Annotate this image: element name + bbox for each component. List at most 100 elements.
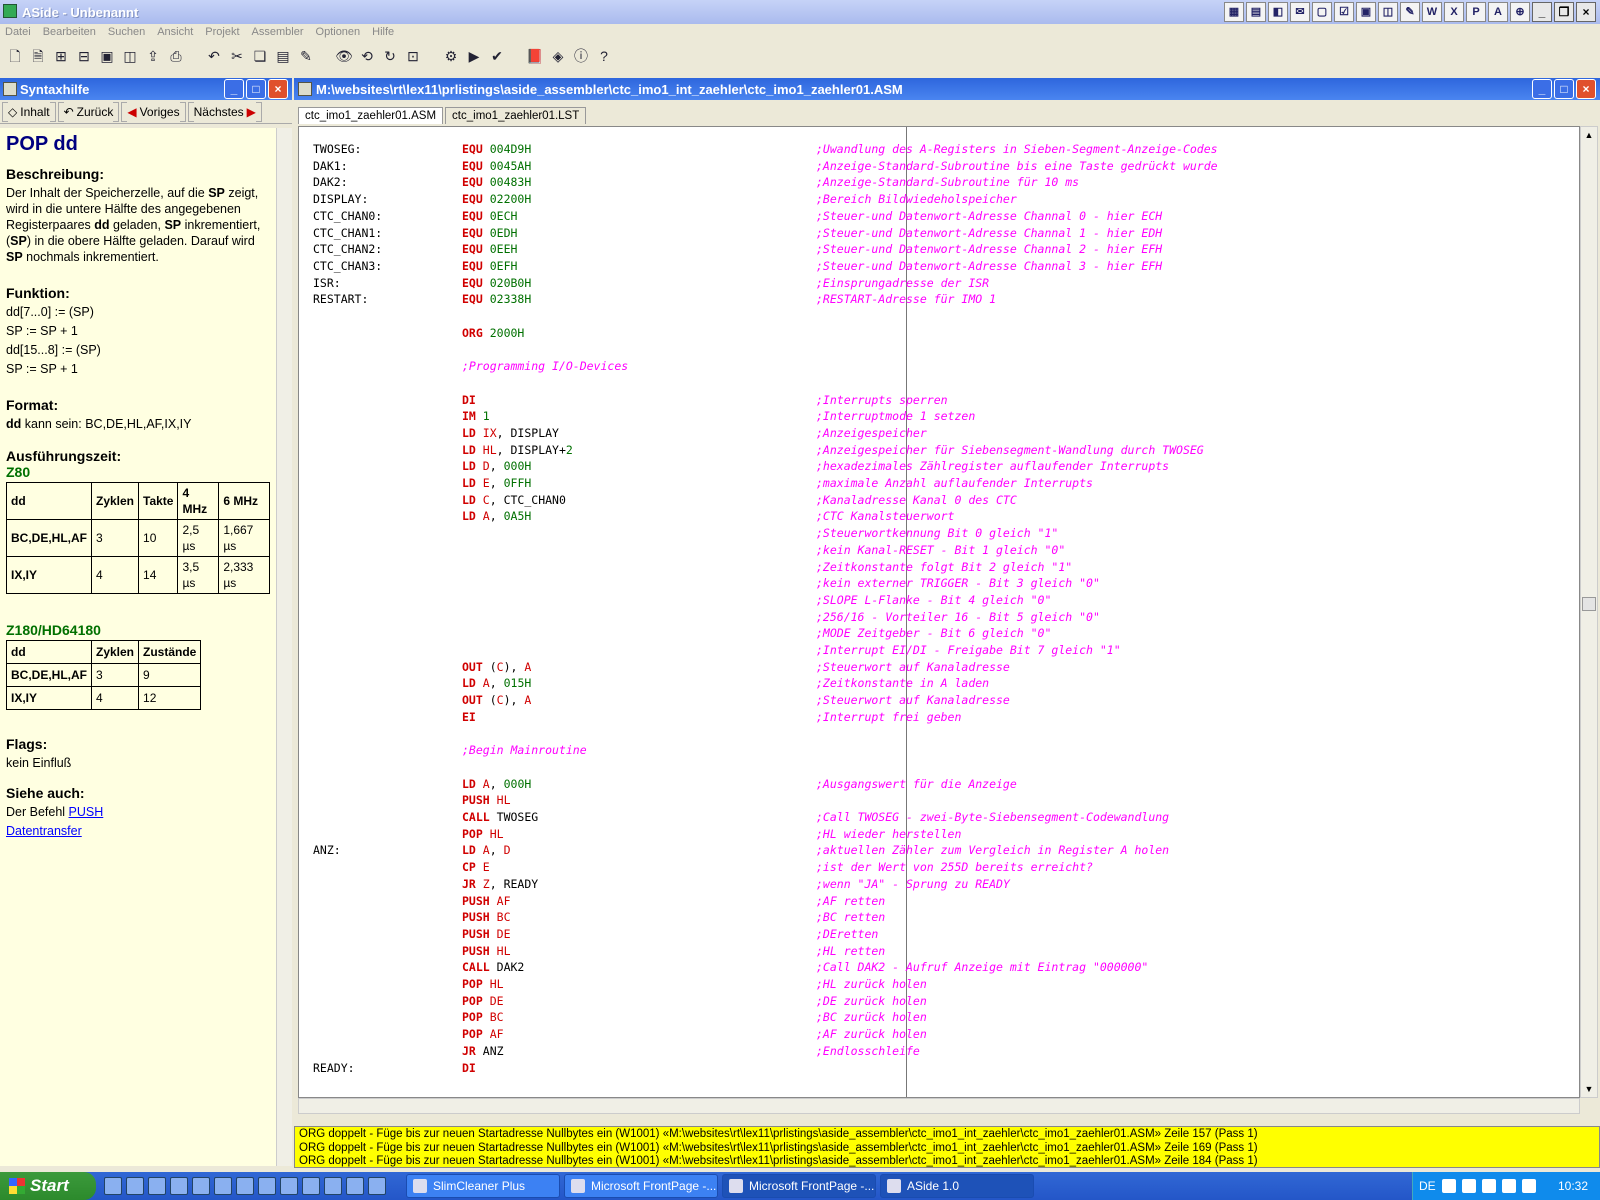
tray-icon[interactable] [1521, 1179, 1536, 1193]
help-scrollbar[interactable] [276, 128, 292, 1166]
code-line[interactable]: ORG 2000H [299, 325, 1579, 342]
code-line[interactable]: ;256/16 - Vorteiler 16 - Bit 5 gleich "0… [299, 609, 1579, 626]
close-button[interactable]: × [1576, 2, 1596, 22]
code-line[interactable]: CTC_CHAN1: EQU 0EDH ;Steuer-und Datenwort-… [299, 225, 1579, 242]
shortcut-icon[interactable]: ◧ [1268, 2, 1288, 22]
save-all-icon[interactable]: ◫ [121, 47, 139, 65]
menu-ansicht[interactable]: Ansicht [157, 26, 193, 42]
check-icon[interactable]: ✔ [488, 47, 506, 65]
editor-close-button[interactable]: × [1576, 79, 1596, 99]
menu-suchen[interactable]: Suchen [108, 26, 145, 42]
access-icon[interactable]: A [1488, 2, 1508, 22]
code-line[interactable]: DAK2: EQU 00483H ;Anzeige-Standard-Subrout… [299, 174, 1579, 191]
code-line[interactable]: DI ;Interrupts sperren [299, 392, 1579, 409]
code-line[interactable]: LD HL, DISPLAY+2 ;Anzeigespeicher für Sie… [299, 442, 1579, 459]
scroll-down-icon[interactable]: ▼ [1582, 1082, 1596, 1096]
code-line[interactable]: ;kein Kanal-RESET - Bit 1 gleich "0" [299, 542, 1579, 559]
code-line[interactable] [299, 341, 1579, 358]
quicklaunch-icon[interactable] [236, 1177, 254, 1195]
about-icon[interactable]: ? [595, 47, 613, 65]
tray-icon[interactable] [1441, 1179, 1456, 1193]
code-line[interactable]: CTC_CHAN3: EQU 0EFH ;Steuer-und Datenwort-… [299, 258, 1579, 275]
editor-vertical-scrollbar[interactable]: ▲ ▼ [1580, 126, 1598, 1098]
code-line[interactable]: LD A, 0A5H ;CTC Kanalsteuerwort [299, 508, 1579, 525]
code-line[interactable]: ISR: EQU 020B0H ;Einsprungadresse der ISR [299, 275, 1579, 292]
code-line[interactable]: POP DE ;DE zurück holen [299, 993, 1579, 1010]
voriges-button[interactable]: ◀ Voriges [121, 101, 186, 122]
open-project-icon[interactable]: ⊟ [75, 47, 93, 65]
find-icon[interactable]: 👁 [335, 47, 353, 65]
save-icon[interactable]: ▣ [98, 47, 116, 65]
start-button[interactable]: Start [0, 1172, 96, 1200]
panel-close-button[interactable]: × [268, 79, 288, 99]
export-icon[interactable]: ⇪ [144, 47, 162, 65]
tab-asm[interactable]: ctc_imo1_zaehler01.ASM [298, 107, 444, 124]
tray-icon[interactable] [1461, 1179, 1476, 1193]
panel-minimize-button[interactable]: _ [224, 79, 244, 99]
quicklaunch-icon[interactable] [192, 1177, 210, 1195]
code-line[interactable]: PUSH HL [299, 792, 1579, 809]
undo-icon[interactable]: ↶ [205, 47, 223, 65]
code-line[interactable]: POP BC ;BC zurück holen [299, 1009, 1579, 1026]
shortcut-icon[interactable]: ▤ [1246, 2, 1266, 22]
menu-optionen[interactable]: Optionen [316, 26, 361, 42]
code-line[interactable]: CALL TWOSEG ;Call TWOSEG - zwei-Byte-Sieb… [299, 809, 1579, 826]
print-icon[interactable]: ⎙ [167, 47, 185, 65]
new-document-icon[interactable]: 🗎 [29, 47, 47, 65]
code-line[interactable] [299, 726, 1579, 743]
task-frontpage-2[interactable]: Microsoft FrontPage -... [722, 1174, 876, 1198]
naechstes-button[interactable]: Nächstes ▶ [187, 101, 262, 122]
replace-icon[interactable]: ⟲ [358, 47, 376, 65]
editor-horizontal-scrollbar[interactable] [298, 1098, 1580, 1114]
open-icon[interactable]: ⊞ [52, 47, 70, 65]
task-aside[interactable]: ASide 1.0 [880, 1174, 1034, 1198]
scroll-thumb[interactable] [1582, 597, 1596, 611]
code-line[interactable]: DAK1: EQU 0045AH ;Anzeige-Standard-Subrout… [299, 158, 1579, 175]
code-line[interactable]: JR Z, READY ;wenn "JA" - Sprung zu READY [299, 876, 1579, 893]
run-icon[interactable]: ▶ [465, 47, 483, 65]
quicklaunch-icon[interactable] [214, 1177, 232, 1195]
edit-icon[interactable]: ✎ [297, 47, 315, 65]
code-line[interactable]: ;MODE Zeitgeber - Bit 6 gleich "0" [299, 625, 1579, 642]
code-line[interactable]: JR ANZ ;Endlosschleife [299, 1043, 1579, 1060]
assemble-icon[interactable]: ⚙ [442, 47, 460, 65]
copy-icon[interactable]: ❏ [251, 47, 269, 65]
message-line[interactable]: ORG doppelt - Füge bis zur neuen Startad… [299, 1142, 1595, 1156]
code-line[interactable]: ;Begin Mainroutine [299, 742, 1579, 759]
menu-assembler[interactable]: Assembler [252, 26, 304, 42]
panel-maximize-button[interactable]: □ [246, 79, 266, 99]
quicklaunch-icon[interactable] [258, 1177, 276, 1195]
find-next-icon[interactable]: ↻ [381, 47, 399, 65]
quicklaunch-icon[interactable] [324, 1177, 342, 1195]
shortcut-icon[interactable]: ◫ [1378, 2, 1398, 22]
code-line[interactable]: CALL DAK2 ;Call DAK2 - Aufruf Anzeige mit… [299, 959, 1579, 976]
push-link[interactable]: PUSH [69, 805, 104, 819]
shortcut-icon[interactable]: ▢ [1312, 2, 1332, 22]
quicklaunch-icon[interactable] [368, 1177, 386, 1195]
shortcut-icon[interactable]: ▦ [1224, 2, 1244, 22]
code-line[interactable]: OUT (C), A ;Steuerwort auf Kanaladresse [299, 659, 1579, 676]
mail-icon[interactable]: ✉ [1290, 2, 1310, 22]
code-line[interactable]: PUSH BC ;BC retten [299, 909, 1579, 926]
help-book-icon[interactable]: 📕 [526, 47, 544, 65]
menu-hilfe[interactable]: Hilfe [372, 26, 394, 42]
code-line[interactable]: PUSH DE ;DEretten [299, 926, 1579, 943]
goto-icon[interactable]: ⊡ [404, 47, 422, 65]
code-line[interactable]: POP HL ;HL zurück holen [299, 976, 1579, 993]
code-line[interactable] [299, 375, 1579, 392]
code-line[interactable]: LD D, 000H ;hexadezimales Zählregister au… [299, 458, 1579, 475]
zurueck-button[interactable]: ↶ Zurück [57, 101, 120, 122]
code-line[interactable]: CTC_CHAN0: EQU 0ECH ;Steuer-und Datenwort-… [299, 208, 1579, 225]
task-slimcleaner[interactable]: SlimCleaner Plus [406, 1174, 560, 1198]
powerpoint-icon[interactable]: P [1466, 2, 1486, 22]
code-line[interactable]: TWOSEG: EQU 004D9H ;Uwandlung des A-Regist… [299, 141, 1579, 158]
code-line[interactable]: LD E, 0FFH ;maximale Anzahl auflaufender … [299, 475, 1579, 492]
code-line[interactable]: LD C, CTC_CHAN0 ;Kanaladresse Kanal 0 des… [299, 492, 1579, 509]
code-line[interactable]: ;Programming I/O-Devices [299, 358, 1579, 375]
shortcut-icon[interactable]: ☑ [1334, 2, 1354, 22]
info-icon[interactable]: ⓘ [572, 47, 590, 65]
code-line[interactable]: ;Zeitkonstante folgt Bit 2 gleich "1" [299, 559, 1579, 576]
code-line[interactable]: POP HL ;HL wieder herstellen [299, 826, 1579, 843]
code-line[interactable]: ;Steuerwortkennung Bit 0 gleich "1" [299, 525, 1579, 542]
scroll-up-icon[interactable]: ▲ [1582, 128, 1596, 142]
